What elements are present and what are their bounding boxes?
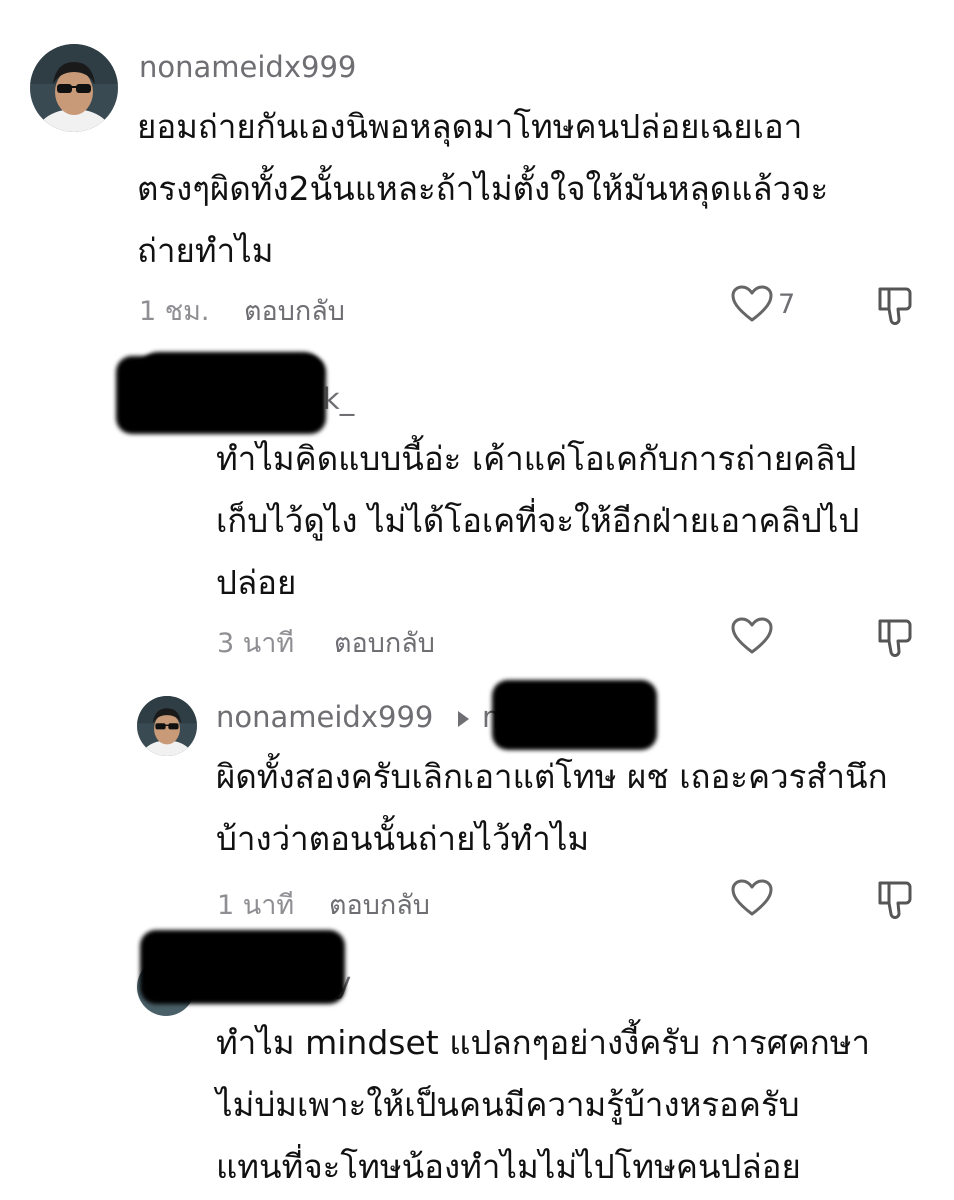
username[interactable]: nonameidx999 [139,50,356,84]
comment-text-line: บ้างว่าตอนนั้นถ่ายไว้ทำไม [216,819,590,858]
thumbs-down-icon[interactable] [876,285,914,331]
avatar[interactable] [30,44,118,132]
heart-outline-icon[interactable] [730,284,774,328]
thumbs-down-icon[interactable] [876,617,914,663]
like-count: 7 [778,289,796,320]
comment-text-line: เก็บไว้ดูไง ไม่ได้โอเคที่จะให้อีกฝ่ายเอา… [216,501,860,540]
comment-text-line: ตรงๆผิดทั้ง2นั้นแหละถ้าไม่ตั้งใจให้มันหล… [137,169,829,208]
reply-button[interactable]: ตอบกลับ [244,289,345,332]
redaction-block [140,930,345,1004]
reply-arrow-icon [458,711,469,727]
timestamp: 1 ชม. [139,296,210,327]
comment-text-line: ปล่อย [216,563,297,602]
username[interactable]: nonameidx999 [216,700,433,734]
redaction-block [140,352,322,388]
heart-outline-icon[interactable] [730,878,774,922]
redaction-block [492,680,657,750]
timestamp: 3 นาที [217,628,295,659]
comment-text-line: ยอมถ่ายกันเองนิพอหลุดมาโทษคนปล่อยเฉยเอา [137,107,803,146]
comment-text-line: ผิดทั้งสองครับเลิกเอาแต่โทษ ผช เถอะควรสำ… [216,757,888,796]
comment-text-line: ถ่ายทำไม [137,231,274,270]
avatar[interactable] [137,696,197,756]
reply-button[interactable]: ตอบกลับ [334,621,435,664]
heart-outline-icon[interactable] [730,616,774,660]
timestamp: 1 นาที [217,890,295,921]
thumbs-down-icon[interactable] [876,879,914,925]
reply-button[interactable]: ตอบกลับ [329,883,430,926]
comment-text-line: ทำไมคิดแบบนี้อ่ะ เค้าแค่โอเคกับการถ่ายคล… [216,439,857,478]
comment-text-line: แทนที่จะโทษน้องทำไมไม่ไปโทษคนปล่อย [216,1147,801,1186]
comment-text-line: ทำไม mindset แปลกๆอย่างงี้ครับ การศคกษา [216,1023,871,1062]
comment-text-line: ไม่บ่มเพาะให้เป็นคนมีความรู้บ้างหรอครับ [216,1085,800,1124]
